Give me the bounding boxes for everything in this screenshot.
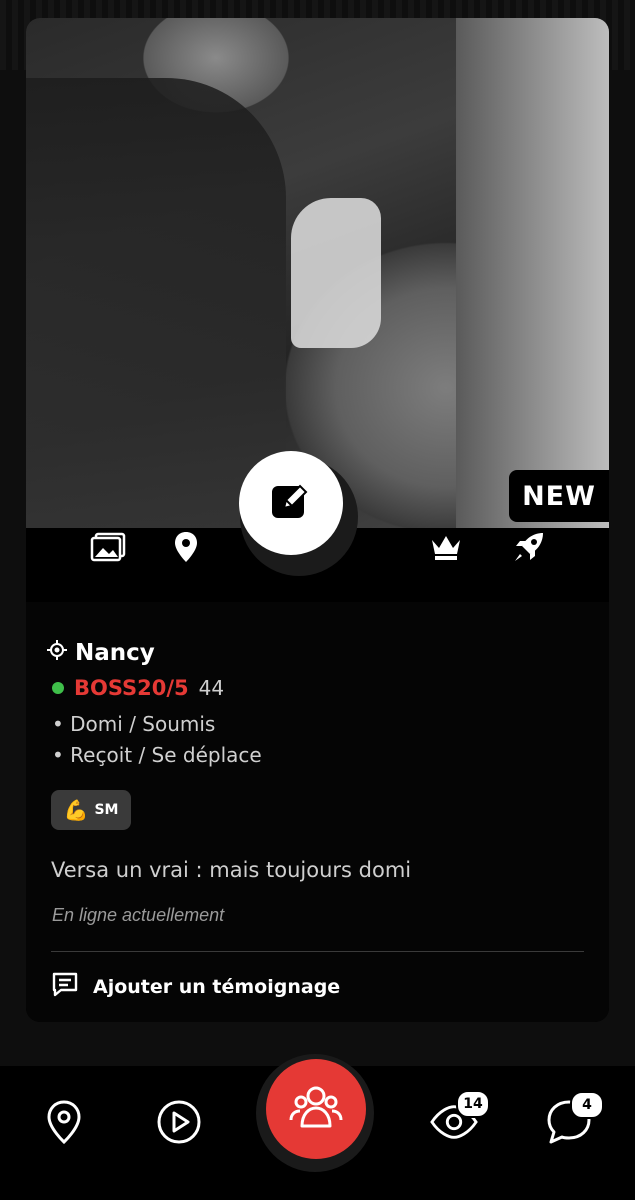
comment-icon <box>51 971 79 1002</box>
tag-label: SM <box>94 802 119 818</box>
username: BOSS20/5 <box>74 676 189 700</box>
muscle-emoji: 💪 <box>63 798 89 822</box>
online-status: En ligne actuellement <box>52 905 225 925</box>
user-line: BOSS20/5 44 <box>52 676 224 700</box>
profile-description: Versa un vrai : mais toujours domi <box>51 858 412 882</box>
target-icon <box>47 640 67 666</box>
age: 44 <box>198 676 225 700</box>
location-line: Nancy <box>47 640 155 666</box>
tag-sm[interactable]: 💪 SM <box>51 790 131 830</box>
new-badge: NEW <box>509 470 609 522</box>
divider <box>51 951 584 952</box>
photos-icon[interactable] <box>88 527 128 567</box>
profile-photo[interactable] <box>26 18 609 528</box>
messages-count-badge: 4 <box>570 1091 604 1119</box>
map-pin-icon[interactable] <box>40 1098 88 1146</box>
crown-icon[interactable] <box>426 527 466 567</box>
edit-profile-button[interactable] <box>239 451 343 555</box>
rocket-icon[interactable] <box>509 527 549 567</box>
location-pin-icon[interactable] <box>166 527 206 567</box>
views-count-badge: 14 <box>456 1090 490 1118</box>
community-icon <box>289 1084 343 1134</box>
trait-meeting: • Reçoit / Se déplace <box>52 743 262 767</box>
edit-icon <box>270 480 312 526</box>
online-indicator <box>52 682 64 694</box>
add-testimony-button[interactable]: Ajouter un témoignage <box>51 971 340 1002</box>
city-name: Nancy <box>75 640 155 666</box>
play-icon[interactable] <box>155 1098 203 1146</box>
add-testimony-label: Ajouter un témoignage <box>93 975 341 998</box>
community-button[interactable] <box>266 1059 366 1159</box>
trait-role: • Domi / Soumis <box>52 712 216 736</box>
